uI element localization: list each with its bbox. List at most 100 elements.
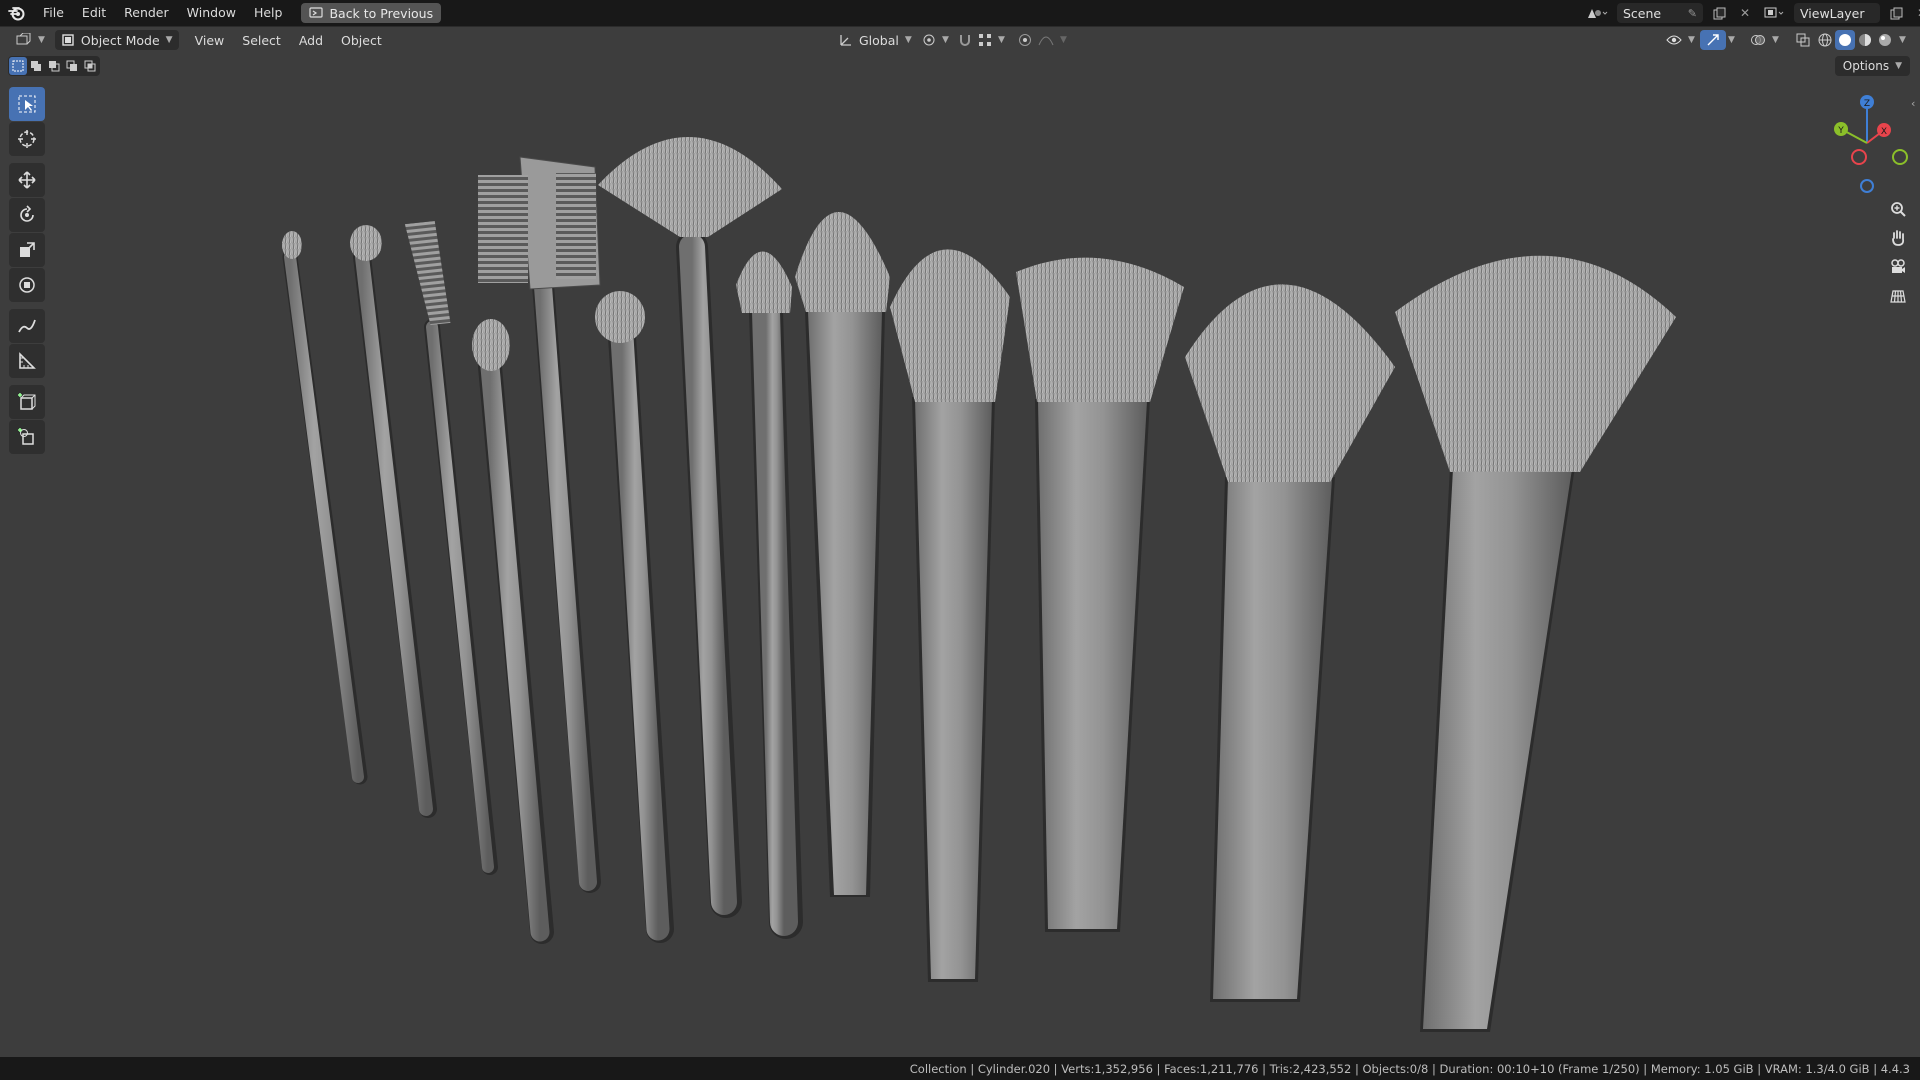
select-box-tool-icon[interactable] [9,87,45,121]
view-layer-selector: ViewLayer ✕ [1760,0,1920,26]
new-scene-icon[interactable] [1709,3,1729,23]
annotate-tool-icon[interactable] [9,309,45,343]
gizmo-neg-z[interactable] [1860,179,1874,193]
material-sphere-icon [1859,34,1871,46]
view-layer-browse-icon[interactable] [1760,3,1788,23]
move-tool-icon[interactable] [9,163,45,197]
wireframe-sphere-icon [1818,33,1832,47]
transform-tool-icon[interactable] [9,268,45,302]
brush-6[interactable] [595,291,674,943]
cursor-tool-icon[interactable] [9,122,45,156]
brush-11[interactable] [1016,257,1184,932]
shading-wireframe[interactable] [1815,30,1835,50]
view-layer-field[interactable]: ViewLayer [1794,3,1880,23]
navigation-gizmo[interactable]: Z X Y [1826,87,1918,197]
pin-icon[interactable]: ✎ [1688,7,1697,20]
brush-1[interactable] [282,231,368,785]
brush-13[interactable] [1395,255,1676,1032]
proportional-edit-icon [1019,34,1031,46]
gizmo-z-label: Z [1864,99,1870,109]
scene-name-field[interactable]: Scene ✎ [1617,3,1703,23]
rendered-sphere-icon [1879,34,1891,46]
menu-select[interactable]: Select [236,30,287,50]
options-dropdown[interactable]: Options ▼ [1834,56,1910,76]
visibility-dropdown[interactable]: ▼ [1660,30,1701,50]
add-object-tool-icon[interactable] [9,420,45,454]
brush-8[interactable] [736,251,803,939]
view-layer-name: ViewLayer [1800,5,1865,21]
scale-tool-icon[interactable] [9,233,45,267]
solid-sphere-icon [1839,34,1851,46]
brush-10[interactable] [890,249,1010,982]
top-menu-bar: File Edit Render Window Help Back to Pre… [0,0,1920,26]
shading-dropdown[interactable]: ▼ [1893,30,1912,50]
new-view-layer-icon[interactable] [1886,3,1906,23]
menu-file[interactable]: File [34,0,73,26]
3d-viewport-icon [16,33,31,45]
menu-render[interactable]: Render [115,0,178,26]
transform-orientation-label: Global [859,32,899,48]
gizmo-icon [1707,34,1719,46]
select-extend-icon[interactable] [27,57,45,75]
eye-icon [1666,35,1682,45]
zoom-icon[interactable] [1884,195,1912,223]
back-to-previous-button[interactable]: Back to Previous [301,3,442,23]
back-to-previous-label: Back to Previous [329,5,434,21]
close-scene-icon[interactable]: ✕ [1735,3,1755,23]
shading-solid[interactable] [1835,30,1855,50]
menu-edit[interactable]: Edit [73,0,115,26]
select-new-icon[interactable] [9,57,27,75]
pivot-icon [923,34,935,46]
brush-9[interactable] [795,212,890,897]
measure-tool-icon[interactable] [9,344,45,378]
overlay-toggle[interactable]: ▼ [1744,30,1785,50]
overlay-icon [1751,35,1765,45]
options-label: Options [1842,59,1890,73]
3d-viewport[interactable]: ▼ Object Mode ▼ View Select Add Object G… [0,26,1920,1058]
camera-view-icon[interactable] [1884,253,1912,281]
gizmo-neg-y[interactable] [1892,149,1908,165]
pan-hand-icon[interactable] [1884,224,1912,252]
editor-type-button[interactable]: ▼ [10,30,51,50]
menu-object[interactable]: Object [335,30,388,50]
orientation-axes-icon [840,35,851,46]
close-view-layer-icon[interactable]: ✕ [1912,3,1920,23]
menu-add[interactable]: Add [293,30,329,50]
shading-rendered[interactable] [1875,30,1895,50]
gizmo-y-label: Y [1837,126,1844,136]
magnet-icon [960,35,970,46]
brush-2[interactable] [350,225,437,818]
snap-target-dropdown[interactable]: ▼ [972,30,1011,50]
selection-mode-buttons [8,56,100,76]
scene-selector: Scene ✎ ✕ [1583,0,1755,26]
viewport-header: ▼ Object Mode ▼ View Select Add Object G… [0,27,1920,53]
gizmo-neg-x[interactable] [1851,149,1867,165]
falloff-dropdown[interactable]: ▼ [1032,30,1073,50]
status-bar: Collection | Cylinder.020 | Verts:1,352,… [0,1057,1920,1080]
transform-orientation-dropdown[interactable]: Global ▼ [833,30,918,50]
gizmo-dropdown[interactable]: ▼ [1722,30,1741,50]
snap-grid-icon [979,34,991,46]
xray-toggle[interactable] [1790,30,1816,50]
falloff-curve-icon [1038,36,1054,46]
scene-statistics: Collection | Cylinder.020 | Verts:1,352,… [909,1061,1910,1076]
select-invert-icon[interactable] [63,57,81,75]
brush-12[interactable] [1185,284,1395,1002]
blender-logo-icon[interactable] [0,0,34,26]
pivot-point-dropdown[interactable]: ▼ [916,30,955,50]
scene-browse-icon[interactable] [1583,3,1611,23]
add-cube-tool-icon[interactable] [9,385,45,419]
shading-material[interactable] [1855,30,1875,50]
scene-name: Scene [1623,5,1662,21]
object-mode-dropdown[interactable]: Object Mode ▼ [54,30,179,50]
menu-help[interactable]: Help [245,0,292,26]
xray-icon [1796,33,1810,47]
perspective-grid-icon[interactable] [1884,282,1912,310]
select-subtract-icon[interactable] [45,57,63,75]
viewport-scene[interactable] [0,27,1920,1058]
menu-window[interactable]: Window [178,0,245,26]
menu-view[interactable]: View [189,30,231,50]
select-intersect-icon[interactable] [81,57,99,75]
rotate-tool-icon[interactable] [9,198,45,232]
object-mode-icon [62,34,74,46]
